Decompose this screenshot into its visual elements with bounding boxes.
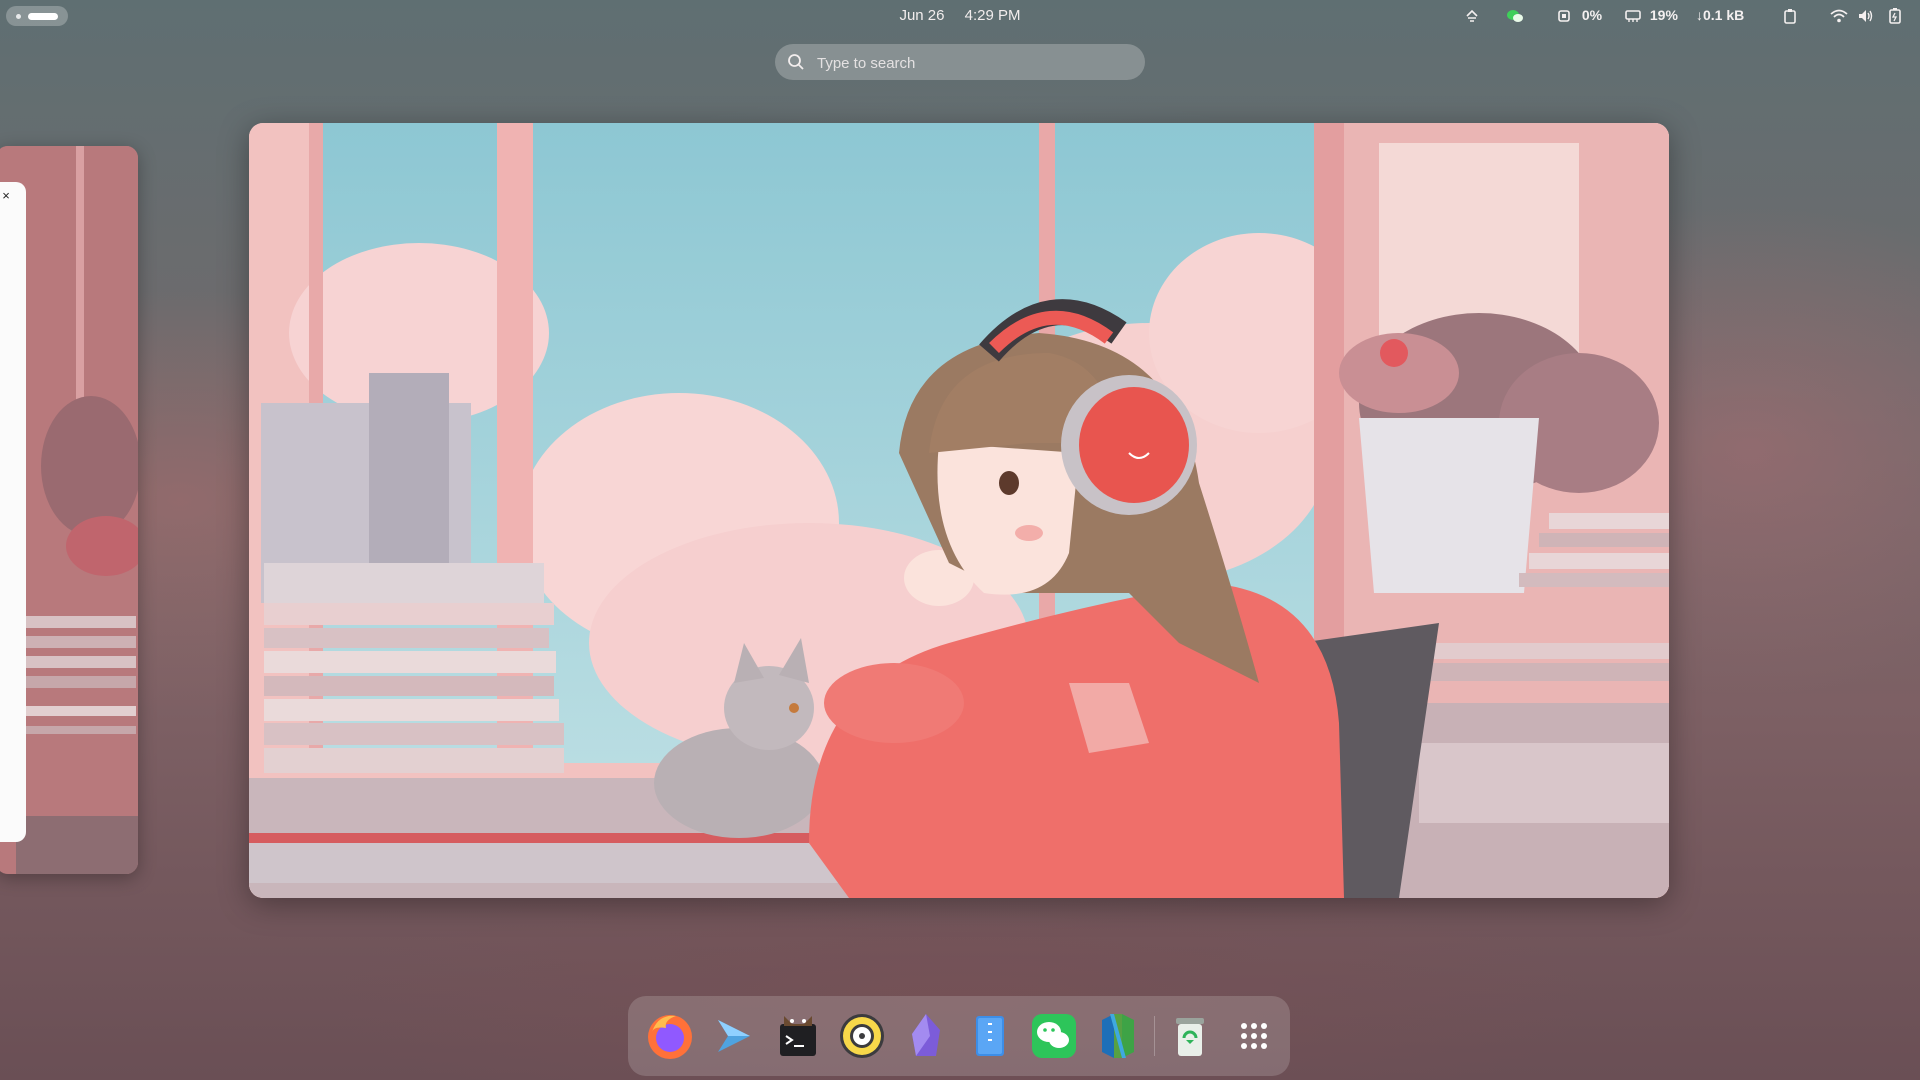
clock-date: Jun 26 [899,7,945,24]
dock [628,996,1290,1076]
clipboard-icon[interactable] [1783,7,1797,25]
network-speed-indicator[interactable]: ↓0.1 kB [1696,7,1744,23]
window-thumbnail[interactable] [0,182,26,842]
neovim-icon[interactable] [1092,1010,1144,1062]
search-input[interactable] [815,44,1119,82]
files-icon[interactable] [964,1010,1016,1062]
volume-icon[interactable] [1858,7,1874,23]
search-icon [788,54,804,70]
wifi-icon[interactable] [1830,7,1848,23]
weather-icon[interactable] [1464,7,1480,24]
workspace-thumbnail-current[interactable] [249,123,1669,898]
memory-value: 19% [1649,7,1678,23]
memory-indicator[interactable]: 19% [1625,7,1678,23]
battery-icon[interactable] [1888,7,1902,25]
workspace-thumbnail-previous[interactable]: × [0,146,138,874]
memory-icon [1625,10,1641,23]
wechat-icon[interactable] [1028,1010,1080,1062]
close-window-button[interactable]: × [0,186,16,206]
network-value: 0.1 kB [1703,7,1745,23]
terminal-icon[interactable] [772,1010,824,1062]
download-arrow-icon: ↓ [1696,7,1703,23]
top-bar: Jun 26 4:29 PM 0% 19% ↓0.1 kB [0,0,1920,32]
obsidian-icon[interactable] [900,1010,952,1062]
clock-time: 4:29 PM [964,7,1021,24]
wallpaper-illustration [249,123,1669,898]
cpu-indicator[interactable]: 0% [1556,7,1602,24]
code-editor-icon[interactable] [708,1010,760,1062]
cpu-value: 0% [1581,7,1603,23]
firefox-icon[interactable] [644,1010,696,1062]
cpu-icon [1558,10,1570,23]
search-bar[interactable] [775,44,1145,82]
music-player-icon[interactable] [836,1010,888,1062]
wechat-tray-icon[interactable] [1506,7,1524,24]
trash-icon[interactable] [1164,1010,1216,1062]
dock-separator [1154,1016,1155,1056]
app-grid-icon[interactable] [1228,1010,1280,1062]
